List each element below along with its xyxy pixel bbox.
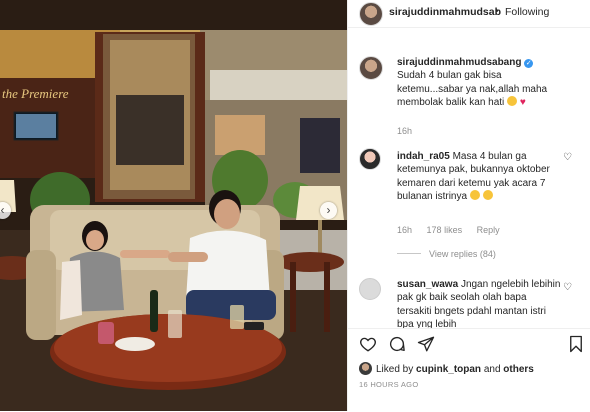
liked-by-user[interactable]: cupink_topan [416, 364, 481, 375]
red-heart-emoji-icon: ♥ [519, 97, 526, 109]
author-avatar[interactable] [359, 2, 383, 26]
liked-by-others[interactable]: others [503, 364, 534, 375]
hugging-face-emoji-icon [482, 190, 493, 201]
commenter-avatar[interactable] [359, 148, 381, 170]
bookmark-icon[interactable] [568, 335, 584, 353]
like-comment-heart-icon[interactable]: ♡ [563, 152, 572, 163]
heart-outline-icon[interactable] [359, 335, 377, 353]
post-actions: Liked by cupink_topan and others 16 HOUR… [348, 328, 590, 412]
photo-illustration: the Premiere [0, 0, 347, 411]
post-photo[interactable]: the Premiere ‹ › [0, 0, 347, 411]
comment-likes[interactable]: 178 likes [427, 225, 463, 235]
view-replies-label: View replies (84) [429, 249, 496, 259]
caption-meta: 16h [397, 126, 424, 136]
comment-icon[interactable] [388, 335, 406, 353]
commenter-username[interactable]: indah_ra05 [397, 151, 450, 162]
replies-divider [397, 253, 421, 254]
next-photo-button[interactable]: › [320, 202, 337, 219]
liked-by-and: and [483, 364, 501, 375]
header-separator: • [495, 6, 499, 17]
caption-time[interactable]: 16h [397, 126, 412, 136]
commenter-avatar[interactable] [359, 278, 381, 300]
liked-by-row: Liked by cupink_topan and others [359, 362, 534, 375]
caption-text-block: sirajuddinmahmudsabang ✓ Sudah 4 bulan g… [397, 56, 561, 110]
caption-avatar[interactable] [359, 56, 383, 80]
following-button[interactable]: Following [505, 6, 549, 18]
post-detail-panel: sirajuddinmahmudsab • Following sirajudd… [347, 0, 590, 411]
premiere-sign: the Premiere [2, 86, 69, 101]
comments-list[interactable]: sirajuddinmahmudsabang ✓ Sudah 4 bulan g… [348, 50, 590, 328]
grinning-face-emoji-icon [469, 190, 480, 201]
comment-text-block: susan_wawa Jngan ngelebih lebihin pak gk… [397, 278, 561, 328]
paper-plane-icon[interactable] [417, 335, 435, 353]
liked-by-prefix: Liked by [376, 364, 414, 375]
comment-time[interactable]: 16h [397, 225, 412, 235]
post-header: sirajuddinmahmudsab • Following [348, 0, 590, 28]
reply-button[interactable]: Reply [477, 225, 500, 235]
comment-meta-row: 16h 178 likes Reply [397, 225, 512, 235]
like-comment-heart-icon[interactable]: ♡ [563, 282, 572, 293]
commenter-username[interactable]: susan_wawa [397, 279, 458, 290]
author-username[interactable]: sirajuddinmahmudsab [389, 6, 501, 18]
verified-badge-icon: ✓ [524, 59, 534, 68]
post-timestamp[interactable]: 16 HOURS AGO [359, 380, 418, 389]
comment-text-block: indah_ra05 Masa 4 bulan ga ketemunya pak… [397, 150, 561, 204]
grinning-face-emoji-icon [507, 96, 518, 107]
caption-username[interactable]: sirajuddinmahmudsabang [397, 57, 521, 68]
view-replies-button[interactable]: View replies (84) [397, 249, 496, 259]
liker-avatar[interactable] [359, 362, 372, 375]
